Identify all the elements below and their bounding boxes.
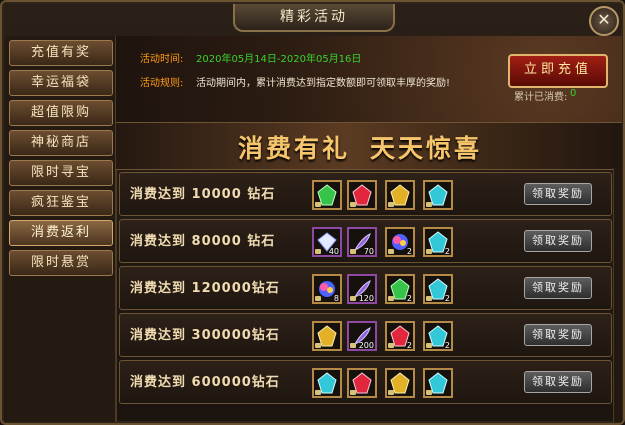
purple-feather-icon[interactable]: 120 (347, 274, 377, 304)
red-crystal-icon[interactable]: 2 (385, 321, 415, 351)
reward-condition: 消费达到 80000 钻石 (130, 234, 276, 249)
red-crystal-icon[interactable] (347, 180, 377, 210)
cyan-crystal-icon[interactable] (423, 180, 453, 210)
reward-condition: 消费达到 120000钻石 (130, 281, 280, 296)
close-button[interactable]: ✕ (589, 6, 619, 36)
green-crystal-icon[interactable]: 2 (385, 274, 415, 304)
sidebar-item-lucky-bag[interactable]: 幸运福袋 (9, 70, 113, 96)
reward-row: 消费达到 10000 钻石 领取奖励 (119, 172, 612, 216)
window-title: 精彩活动 (233, 4, 395, 32)
claim-reward-button[interactable]: 领取奖励 (524, 324, 592, 346)
reward-condition: 消费达到 10000 钻石 (130, 187, 276, 202)
reward-row: 消费达到 300000钻石 200 2 2 领取奖励 (119, 313, 612, 357)
item-count: 2 (444, 341, 450, 350)
activity-sidebar: 充值有奖 幸运福袋 超值限购 神秘商店 限时寻宝 疯狂鉴宝 消费返利 限时悬赏 (5, 36, 117, 422)
close-icon: ✕ (597, 10, 611, 29)
reward-row: 消费达到 120000钻石 8 120 2 2 领取奖励 (119, 266, 612, 310)
promo-title-right: 天天惊喜 (370, 134, 483, 163)
claim-reward-button[interactable]: 领取奖励 (524, 371, 592, 393)
recharge-now-button[interactable]: 立即充值 (508, 54, 608, 88)
purple-feather-icon[interactable]: 200 (347, 321, 377, 351)
item-count: 8 (333, 294, 339, 303)
green-crystal-icon[interactable] (312, 180, 342, 210)
sidebar-item-consume-rebate[interactable]: 消费返利 (9, 220, 113, 246)
promo-banner: 消费有礼 天天惊喜 (116, 122, 622, 170)
item-count: 200 (358, 341, 374, 350)
claim-reward-button[interactable]: 领取奖励 (524, 183, 592, 205)
purple-feather-icon[interactable]: 70 (347, 227, 377, 257)
gold-crystal-icon[interactable] (385, 180, 415, 210)
scrollbar[interactable] (613, 168, 622, 422)
cyan-crystal-icon[interactable] (423, 368, 453, 398)
item-count: 2 (406, 247, 412, 256)
cyan-crystal-icon[interactable] (312, 368, 342, 398)
gold-crystal-icon[interactable] (385, 368, 415, 398)
reward-row: 消费达到 600000钻石 领取奖励 (119, 360, 612, 404)
item-count: 40 (328, 247, 339, 256)
activity-rule-label: 活动规则: (140, 78, 184, 89)
cyan-crystal-icon[interactable]: 2 (423, 321, 453, 351)
sidebar-item-mystery-shop[interactable]: 神秘商店 (9, 130, 113, 156)
reward-condition: 消费达到 300000钻石 (130, 328, 280, 343)
reward-row: 消费达到 80000 钻石 40 70 2 2 领取奖励 (119, 219, 612, 263)
sidebar-item-bounty[interactable]: 限时悬赏 (9, 250, 113, 276)
cyan-crystal-icon[interactable]: 2 (423, 227, 453, 257)
claim-reward-button[interactable]: 领取奖励 (524, 277, 592, 299)
cyan-crystal-icon[interactable]: 2 (423, 274, 453, 304)
activity-time-value: 2020年05月14日-2020年05月16日 (196, 54, 362, 65)
item-count: 2 (406, 341, 412, 350)
item-count: 120 (358, 294, 374, 303)
sidebar-item-limited-purchase[interactable]: 超值限购 (9, 100, 113, 126)
sidebar-item-treasure-hunt[interactable]: 限时寻宝 (9, 160, 113, 186)
item-count: 2 (406, 294, 412, 303)
item-count: 2 (444, 294, 450, 303)
promo-title-left: 消费有礼 (238, 134, 351, 163)
item-count: 2 (444, 247, 450, 256)
rainbow-orb-icon[interactable]: 2 (385, 227, 415, 257)
activity-window: 精彩活动 ✕ 充值有奖 幸运福袋 超值限购 神秘商店 限时寻宝 疯狂鉴宝 消费返… (0, 0, 625, 425)
claim-reward-button[interactable]: 领取奖励 (524, 230, 592, 252)
rainbow-orb-icon[interactable]: 8 (312, 274, 342, 304)
activity-banner: 活动时间: 2020年05月14日-2020年05月16日 活动规则: 活动期间… (116, 36, 622, 123)
reward-condition: 消费达到 600000钻石 (130, 375, 280, 390)
red-crystal-icon[interactable] (347, 368, 377, 398)
sidebar-item-recharge-reward[interactable]: 充值有奖 (9, 40, 113, 66)
white-diamond-icon[interactable]: 40 (312, 227, 342, 257)
gold-crystal-icon[interactable] (312, 321, 342, 351)
activity-rule-value: 活动期间内，累计消费达到指定数额即可领取丰厚的奖励! (196, 78, 451, 89)
consumed-label: 累计已消费: (514, 92, 568, 103)
consumed-value: 0 (570, 88, 577, 99)
item-count: 70 (363, 247, 374, 256)
activity-time-label: 活动时间: (140, 54, 184, 65)
sidebar-item-crazy-appraisal[interactable]: 疯狂鉴宝 (9, 190, 113, 216)
